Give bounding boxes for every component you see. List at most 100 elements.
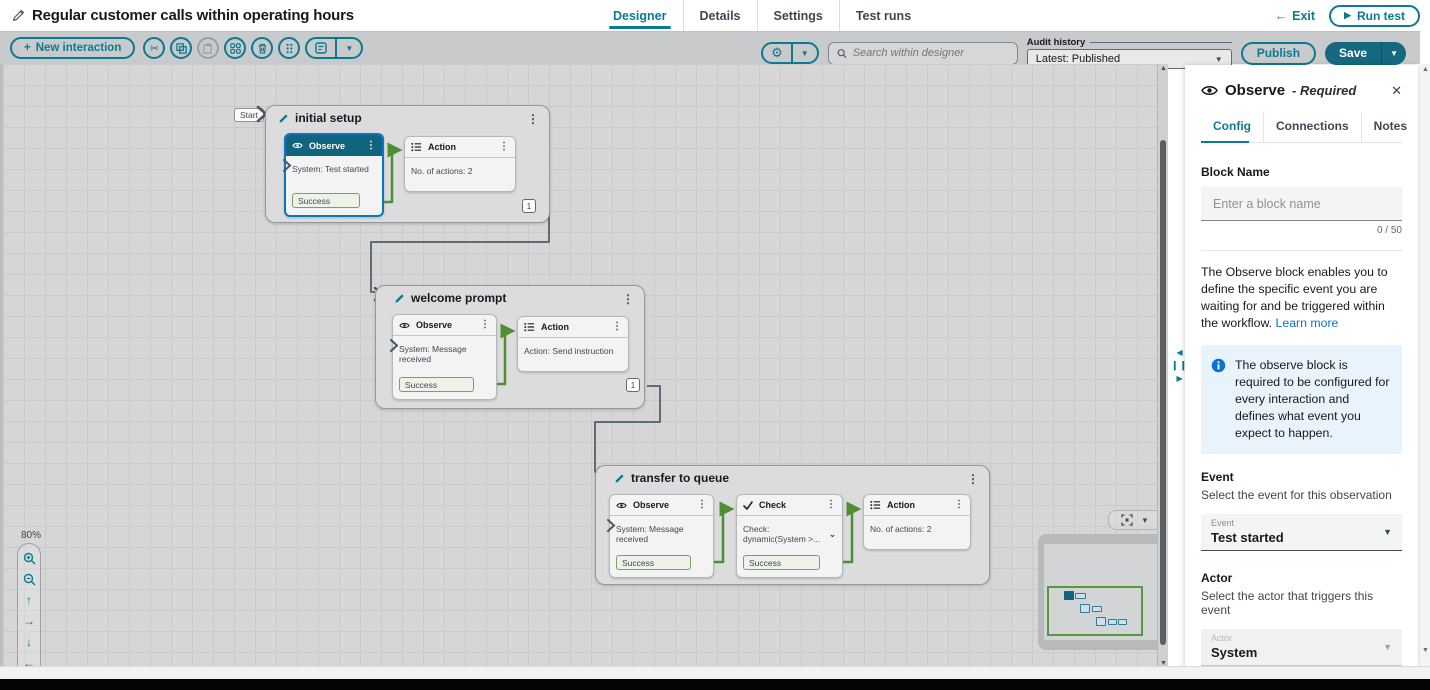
block-menu-icon[interactable]: ⋮ xyxy=(954,500,964,510)
fit-view-control: ▼ xyxy=(1108,510,1162,530)
group-blocks-button[interactable] xyxy=(224,37,246,59)
collapse-left-icon[interactable]: ◀ xyxy=(1176,348,1182,357)
interaction-title: initial setup xyxy=(295,111,362,125)
page-scrollbar[interactable]: ▲ ▼ xyxy=(1421,64,1430,668)
more-grid-button[interactable] xyxy=(278,37,300,59)
plus-icon: + xyxy=(24,42,31,54)
close-icon[interactable]: ✕ xyxy=(1391,83,1402,99)
fit-view-caret[interactable]: ▼ xyxy=(1141,516,1149,525)
success-branch[interactable]: Success xyxy=(743,555,820,570)
zoom-level-label: 80% xyxy=(21,530,41,541)
edit-title-icon[interactable] xyxy=(12,9,25,22)
top-tabs: Designer Details Settings Test runs xyxy=(597,0,927,31)
copy-button[interactable] xyxy=(170,37,192,59)
publish-button[interactable]: Publish xyxy=(1241,42,1316,65)
bottom-black-bar xyxy=(0,679,1430,690)
interaction-welcome-prompt[interactable]: welcome prompt ⋮ Observe ⋮ System: Messa… xyxy=(375,285,645,409)
connection-port[interactable]: 1 xyxy=(626,378,640,392)
event-select[interactable]: Event Test started ▼ xyxy=(1201,514,1402,551)
tab-details[interactable]: Details xyxy=(683,0,757,31)
designer-canvas[interactable]: Start initial setup ⋮ Observe ⋮ System: … xyxy=(0,64,1168,668)
edit-interaction-icon[interactable] xyxy=(278,113,289,124)
learn-more-link[interactable]: Learn more xyxy=(1276,316,1339,330)
expand-right-icon[interactable]: ▶ xyxy=(1176,374,1182,383)
observe-block[interactable]: Observe ⋮ System: Message received Succe… xyxy=(392,314,497,400)
success-branch[interactable]: Success xyxy=(292,193,360,208)
panel-tab-notes[interactable]: Notes xyxy=(1361,113,1419,142)
canvas-settings-caret[interactable]: ▼ xyxy=(791,44,817,62)
interaction-transfer-to-queue[interactable]: transfer to queue ⋮ Observe ⋮ System: Me… xyxy=(595,465,990,585)
action-block[interactable]: Action ⋮ No. of actions: 2 xyxy=(863,494,971,550)
tab-designer[interactable]: Designer xyxy=(597,0,683,31)
scissors-icon: ✂ xyxy=(150,42,159,55)
block-menu-icon[interactable]: ⋮ xyxy=(826,500,836,510)
block-menu-icon[interactable]: ⋮ xyxy=(480,320,490,330)
tab-settings[interactable]: Settings xyxy=(757,0,839,31)
exit-link[interactable]: ←Exit xyxy=(1275,9,1315,23)
interaction-menu-icon[interactable]: ⋮ xyxy=(622,293,634,305)
search-input[interactable] xyxy=(853,47,1009,59)
block-header-label: Action xyxy=(428,142,493,152)
cut-button[interactable]: ✂ xyxy=(143,37,165,59)
block-header-label: Observe xyxy=(633,500,691,510)
interaction-menu-icon[interactable]: ⋮ xyxy=(527,113,539,125)
block-body-text: No. of actions: 2 xyxy=(870,524,931,534)
edit-interaction-icon[interactable] xyxy=(614,473,625,484)
tab-test-runs[interactable]: Test runs xyxy=(839,0,927,31)
action-block[interactable]: Action ⋮ Action: Send instruction xyxy=(517,316,629,372)
block-menu-icon[interactable]: ⋮ xyxy=(697,500,707,510)
designer-search[interactable] xyxy=(828,42,1018,65)
panel-tab-connections[interactable]: Connections xyxy=(1263,113,1361,142)
action-list-icon xyxy=(870,500,881,510)
save-options-caret[interactable]: ▼ xyxy=(1381,42,1406,65)
zoom-in-button[interactable] xyxy=(21,550,37,566)
actor-helper: Select the actor that triggers this even… xyxy=(1201,589,1402,617)
pan-up-button[interactable]: ↑ xyxy=(21,592,37,608)
interaction-menu-icon[interactable]: ⋮ xyxy=(967,473,979,485)
block-entry-chevron-icon xyxy=(390,339,399,352)
chevron-down-icon[interactable]: ⌄ xyxy=(829,529,836,540)
check-block[interactable]: Check ⋮ Check: dynamic(System >...⌄ Succ… xyxy=(736,494,843,578)
block-name-input[interactable] xyxy=(1201,187,1402,221)
success-branch[interactable]: Success xyxy=(616,555,691,570)
block-body-text: No. of actions: 2 xyxy=(411,166,472,176)
page-scroll-down-icon[interactable]: ▼ xyxy=(1422,647,1429,654)
block-name-label: Block Name xyxy=(1201,165,1402,179)
actor-select[interactable]: Actor System ▼ xyxy=(1201,629,1402,666)
minimap[interactable] xyxy=(1038,534,1164,650)
zoom-out-button[interactable] xyxy=(21,571,37,587)
interaction-initial-setup[interactable]: initial setup ⋮ Observe ⋮ System: Test s… xyxy=(265,105,550,223)
block-header-label: Observe xyxy=(309,141,360,151)
check-icon xyxy=(743,501,753,510)
observe-block[interactable]: Observe ⋮ System: Test started Success xyxy=(284,133,384,217)
action-block[interactable]: Action ⋮ No. of actions: 2 xyxy=(404,136,516,192)
edit-interaction-icon[interactable] xyxy=(394,293,405,304)
view-options-caret[interactable]: ▼ xyxy=(335,39,361,57)
canvas-settings-button[interactable]: ⚙ xyxy=(763,44,791,62)
observe-block[interactable]: Observe ⋮ System: Message received Succe… xyxy=(609,494,714,578)
block-menu-icon[interactable]: ⋮ xyxy=(612,322,622,332)
page-scroll-up-icon[interactable]: ▲ xyxy=(1422,66,1429,73)
save-button[interactable]: Save xyxy=(1325,42,1381,65)
scroll-up-icon[interactable]: ▲ xyxy=(1160,65,1167,72)
delete-button[interactable] xyxy=(251,37,273,59)
pan-down-button[interactable]: ↓ xyxy=(21,634,37,650)
top-header: Regular customer calls within operating … xyxy=(0,0,1430,31)
canvas-settings-split-button: ⚙ ▼ xyxy=(761,42,819,64)
eye-icon xyxy=(292,141,303,150)
trash-icon xyxy=(257,43,268,54)
paste-icon xyxy=(203,43,214,54)
connection-port[interactable]: 1 xyxy=(522,199,536,213)
pan-right-button[interactable]: → xyxy=(21,613,37,629)
canvas-vertical-scrollbar[interactable]: ▲ ▼ xyxy=(1157,64,1168,668)
panel-tab-config[interactable]: Config xyxy=(1201,113,1263,142)
run-test-button[interactable]: ▶Run test xyxy=(1329,5,1420,27)
view-card-button[interactable] xyxy=(307,39,335,57)
fit-view-icon[interactable] xyxy=(1121,514,1133,526)
caret-down-icon: ▼ xyxy=(1383,527,1392,537)
block-menu-icon[interactable]: ⋮ xyxy=(499,142,509,152)
new-interaction-button[interactable]: +New interaction xyxy=(10,37,135,59)
block-menu-icon[interactable]: ⋮ xyxy=(366,141,376,151)
paste-button[interactable] xyxy=(197,37,219,59)
success-branch[interactable]: Success xyxy=(399,377,474,392)
